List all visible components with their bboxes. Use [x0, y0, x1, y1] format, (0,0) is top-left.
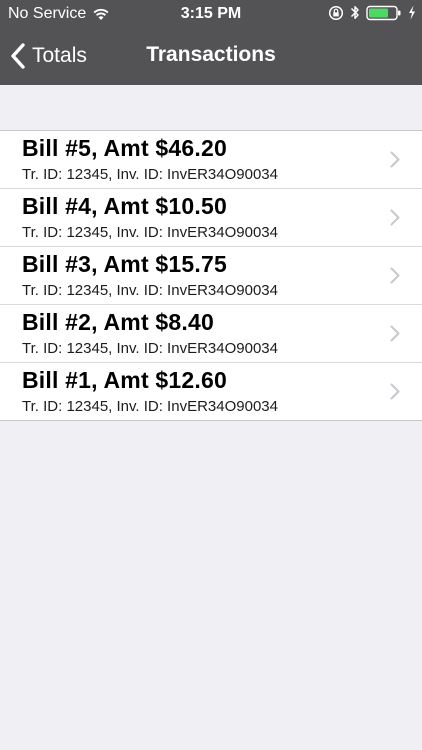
status-bar: No Service 3:15 PM — [0, 0, 422, 30]
transaction-row[interactable]: Bill #3, Amt $15.75 Tr. ID: 12345, Inv. … — [0, 247, 422, 305]
navigation-bar: Totals Transactions — [0, 30, 422, 85]
chevron-right-icon — [390, 151, 400, 168]
chevron-right-icon — [390, 383, 400, 400]
charging-icon — [409, 5, 415, 20]
chevron-right-icon — [390, 325, 400, 342]
transaction-title: Bill #1, Amt $12.60 — [22, 367, 227, 393]
back-button-label: Totals — [32, 44, 87, 67]
transaction-subtitle: Tr. ID: 12345, Inv. ID: InvER34O90034 — [22, 224, 278, 241]
transactions-list: Bill #5, Amt $46.20 Tr. ID: 12345, Inv. … — [0, 130, 422, 421]
transaction-row[interactable]: Bill #1, Amt $12.60 Tr. ID: 12345, Inv. … — [0, 363, 422, 420]
transaction-row[interactable]: Bill #4, Amt $10.50 Tr. ID: 12345, Inv. … — [0, 189, 422, 247]
chevron-right-icon — [390, 209, 400, 226]
transaction-title: Bill #4, Amt $10.50 — [22, 193, 227, 219]
status-icons — [328, 4, 416, 21]
transaction-row[interactable]: Bill #5, Amt $46.20 Tr. ID: 12345, Inv. … — [0, 131, 422, 189]
chevron-left-icon — [11, 43, 25, 69]
transaction-subtitle: Tr. ID: 12345, Inv. ID: InvER34O90034 — [22, 340, 278, 357]
transaction-subtitle: Tr. ID: 12345, Inv. ID: InvER34O90034 — [22, 166, 278, 183]
back-button[interactable]: Totals — [10, 40, 87, 72]
top-bar: No Service 3:15 PM Totals Transactions — [0, 0, 422, 85]
battery-icon — [366, 5, 401, 20]
transaction-title: Bill #5, Amt $46.20 — [22, 135, 227, 161]
transaction-subtitle: Tr. ID: 12345, Inv. ID: InvER34O90034 — [22, 282, 278, 299]
transaction-title: Bill #2, Amt $8.40 — [22, 309, 214, 335]
chevron-right-icon — [390, 267, 400, 284]
transaction-subtitle: Tr. ID: 12345, Inv. ID: InvER34O90034 — [22, 398, 278, 415]
bluetooth-icon — [350, 6, 359, 19]
transaction-row[interactable]: Bill #2, Amt $8.40 Tr. ID: 12345, Inv. I… — [0, 305, 422, 363]
orientation-lock-icon — [328, 5, 344, 20]
transaction-title: Bill #3, Amt $15.75 — [22, 251, 227, 277]
